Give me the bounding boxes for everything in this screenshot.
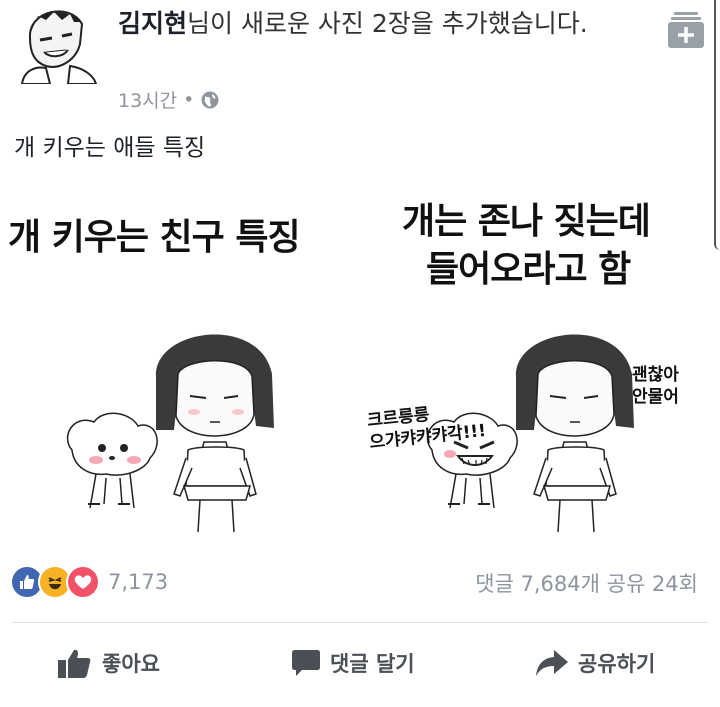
action-divider: [12, 622, 708, 623]
like-button[interactable]: 좋아요: [58, 640, 160, 686]
panel1-title: 개 키우는 친구 특징: [8, 217, 301, 258]
share-label: 공유하기: [578, 652, 656, 676]
meta-separator: •: [183, 88, 195, 111]
ok-line1: 괜찮아: [632, 365, 679, 385]
thumbs-up-icon: [58, 649, 91, 678]
comment-button[interactable]: 댓글 달기: [292, 640, 415, 686]
post-photo[interactable]: 개 키우는 친구 특징 개는 존나 짖는데 들어오라고 함 크르릉릉 으갸캬캬캬…: [0, 178, 720, 553]
love-reaction-icon: [66, 565, 100, 599]
globe-icon[interactable]: [200, 90, 220, 110]
panel2-title: 개는 존나 짖는데 들어오라고 함: [402, 198, 651, 294]
panel1-illustration: [66, 334, 274, 533]
like-label: 좋아요: [102, 652, 160, 676]
reaction-count: 7,173: [108, 570, 169, 594]
author-avatar[interactable]: [10, 0, 102, 84]
panel2-title-line2: 들어오라고 함: [426, 249, 631, 290]
avatar-drawing: [10, 0, 102, 84]
post-caption: 개 키우는 애들 특징: [14, 135, 206, 161]
panel2-title-line1: 개는 존나 짖는데: [402, 201, 651, 242]
comment-icon: [292, 650, 320, 676]
post-time[interactable]: 13시간: [118, 86, 177, 113]
post-title: 김지현님이 새로운 사진 2장을 추가했습니다.: [118, 6, 638, 42]
add-photo-icon: [668, 12, 704, 48]
comment-label: 댓글 달기: [330, 652, 415, 676]
reaction-summary[interactable]: 7,173: [10, 565, 168, 599]
post-actions: 좋아요 댓글 달기 공유하기: [0, 640, 720, 686]
author-name[interactable]: 김지현: [118, 9, 187, 38]
share-arrow-icon: [536, 650, 568, 676]
post-meta: 13시간 •: [118, 86, 220, 113]
comment-share-stats[interactable]: 댓글 7,684개 공유 24회: [475, 568, 698, 598]
add-photo-button[interactable]: [668, 10, 704, 48]
post-header: 김지현님이 새로운 사진 2장을 추가했습니다. 13시간 •: [10, 0, 710, 120]
post-action-text: 님이 새로운 사진 2장을 추가했습니다.: [187, 9, 588, 38]
share-button[interactable]: 공유하기: [536, 640, 655, 686]
ok-bubble: 괜찮아 안물어: [632, 364, 679, 408]
ok-line2: 안물어: [632, 387, 679, 407]
